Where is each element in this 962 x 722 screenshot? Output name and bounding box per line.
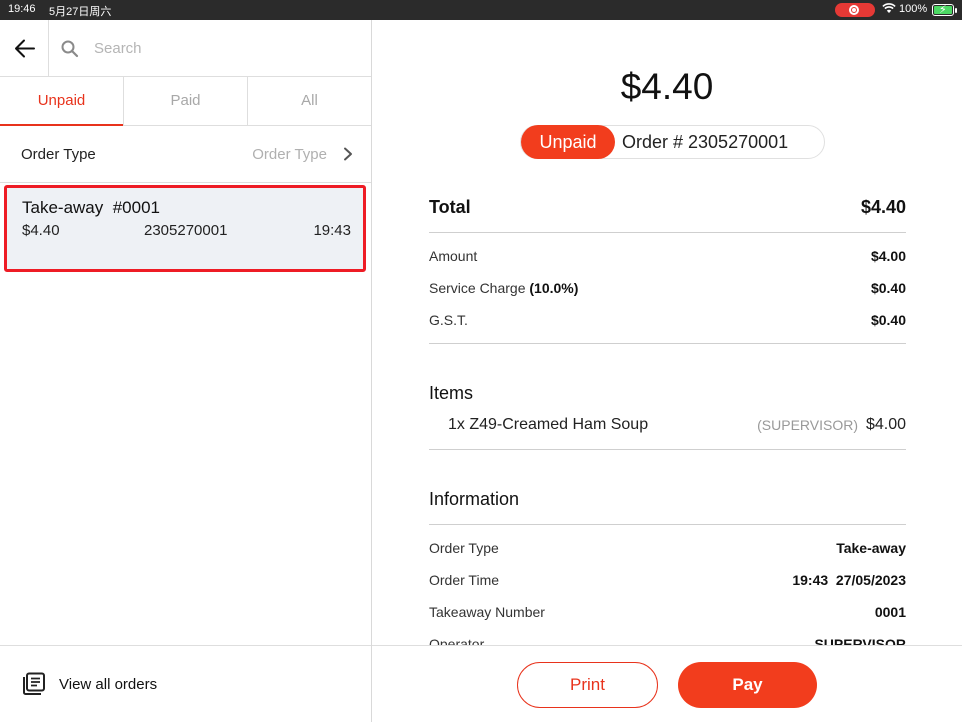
order-list-pane: Unpaid Paid All Order Type Order Type Ta… xyxy=(0,20,372,722)
print-button[interactable]: Print xyxy=(517,662,658,708)
info-label: Operator xyxy=(429,636,485,645)
battery-percent: 100% xyxy=(899,3,928,15)
order-item-amount: $4.40 xyxy=(22,222,60,239)
total-value: $4.40 xyxy=(860,197,906,217)
order-type-filter-value: Order Type xyxy=(252,146,327,163)
info-value: SUPERVISOR xyxy=(814,636,906,645)
battery-icon: ⚡ xyxy=(932,4,957,16)
action-bar: Print Pay xyxy=(372,645,962,722)
order-detail-pane: $4.40 Unpaid Order # 2305270001 Total $4… xyxy=(372,20,962,722)
divider xyxy=(429,449,906,450)
orders-list-icon xyxy=(23,672,45,695)
info-row-takeaway-number: Takeaway Number 0001 xyxy=(429,604,906,624)
info-label: Takeaway Number xyxy=(429,604,545,620)
status-time: 19:46 xyxy=(8,3,36,15)
order-item-title: Take-away #0001 xyxy=(22,198,160,217)
gst-value: $0.40 xyxy=(870,312,906,328)
order-number-label: Order # 2305270001 xyxy=(622,132,789,152)
tab-unpaid[interactable]: Unpaid xyxy=(0,77,124,126)
amount-label: Amount xyxy=(429,248,478,264)
gst-label: G.S.T. xyxy=(429,312,468,328)
line-item-price: $4.00 xyxy=(865,416,906,433)
service-charge-rate: (10.0%) xyxy=(529,280,579,296)
amount-value: $4.00 xyxy=(870,248,906,264)
order-list-item[interactable]: Take-away #0001 $4.40 2305270001 19:43 xyxy=(4,185,366,272)
info-row-operator: Operator SUPERVISOR xyxy=(429,636,906,645)
info-label: Order Time xyxy=(429,572,500,588)
order-total-display: $4.40 xyxy=(620,66,714,107)
tab-paid[interactable]: Paid xyxy=(124,77,248,125)
info-value: 0001 xyxy=(874,604,906,620)
line-item: 1x Z49-Creamed Ham Soup (SUPERVISOR) $4.… xyxy=(429,416,906,438)
info-row-order-type: Order Type Take-away xyxy=(429,540,906,560)
status-badge: Unpaid xyxy=(521,125,615,159)
items-heading: Items xyxy=(429,383,474,403)
info-value: 19:43 27/05/2023 xyxy=(792,572,906,588)
status-tabs: Unpaid Paid All xyxy=(0,77,371,126)
status-bar: 19:46 5月27日周六 100% ⚡ xyxy=(0,0,962,20)
order-status-pill: Unpaid Order # 2305270001 xyxy=(520,125,825,159)
search-bar xyxy=(0,20,371,77)
service-charge-label: Service Charge (10.0%) xyxy=(429,280,579,296)
gst-row: G.S.T. $0.40 xyxy=(429,312,906,332)
order-type-filter[interactable]: Order Type Order Type xyxy=(0,126,371,183)
view-all-orders-button[interactable]: View all orders xyxy=(0,645,371,722)
wifi-icon xyxy=(882,2,896,17)
info-row-order-time: Order Time 19:43 27/05/2023 xyxy=(429,572,906,592)
tab-all[interactable]: All xyxy=(248,77,371,125)
order-type-filter-label: Order Type xyxy=(21,146,96,163)
order-item-time: 19:43 xyxy=(313,222,351,239)
order-item-number: 2305270001 xyxy=(144,222,228,239)
status-date: 5月27日周六 xyxy=(49,6,112,18)
amount-row: Amount $4.00 xyxy=(429,248,906,268)
service-charge-value: $0.40 xyxy=(870,280,906,296)
order-detail-scroll[interactable]: $4.40 Unpaid Order # 2305270001 Total $4… xyxy=(372,20,962,645)
pay-button[interactable]: Pay xyxy=(678,662,817,708)
search-input[interactable] xyxy=(94,34,354,62)
info-value: Take-away xyxy=(836,540,906,556)
chevron-right-icon xyxy=(344,147,352,161)
divider xyxy=(429,524,906,525)
total-label: Total xyxy=(429,197,471,217)
service-charge-row: Service Charge (10.0%) $0.40 xyxy=(429,280,906,300)
search-icon xyxy=(61,40,79,58)
screen-recording-icon xyxy=(835,3,875,17)
info-label: Order Type xyxy=(429,540,499,556)
divider xyxy=(429,343,906,344)
back-button[interactable] xyxy=(0,20,49,77)
divider xyxy=(429,232,906,233)
line-item-name: 1x Z49-Creamed Ham Soup xyxy=(448,416,649,433)
view-all-orders-label: View all orders xyxy=(59,676,158,693)
back-arrow-icon xyxy=(15,39,35,58)
information-heading: Information xyxy=(429,489,520,509)
line-item-operator: (SUPERVISOR) xyxy=(757,417,858,433)
